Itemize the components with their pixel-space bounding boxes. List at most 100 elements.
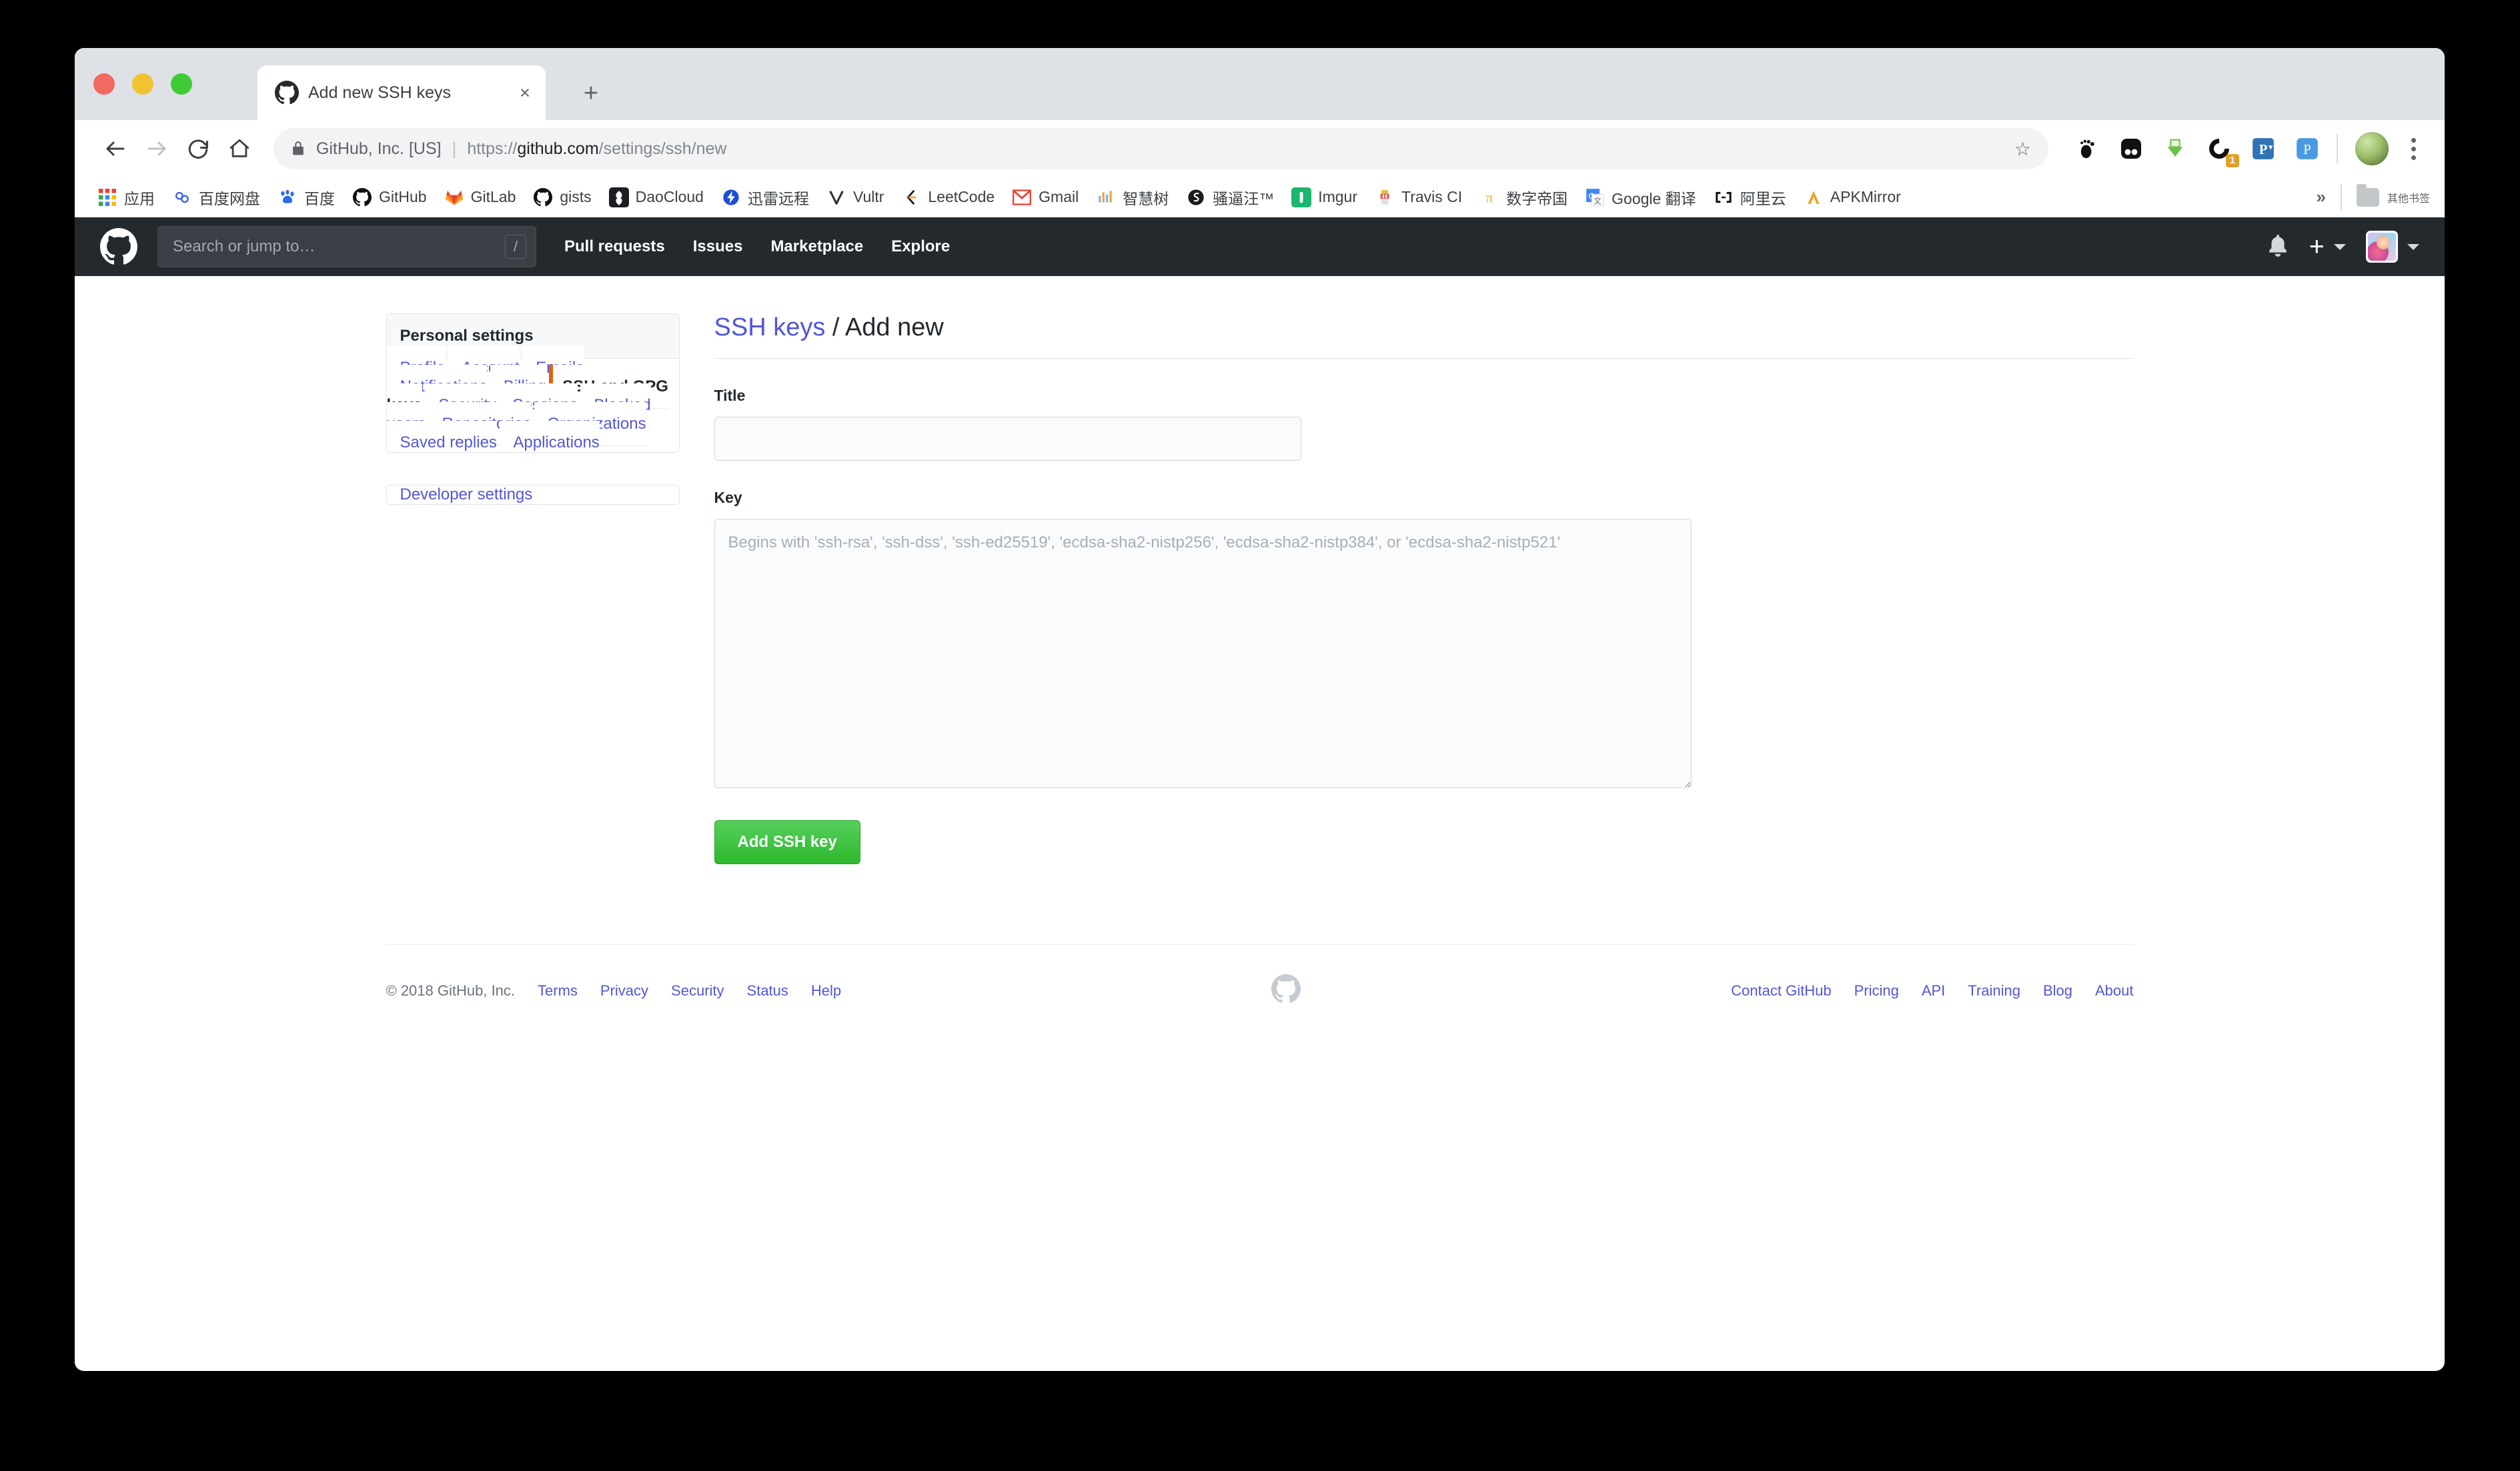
window-traffic-lights	[93, 73, 192, 95]
bookmark-gists[interactable]: gists	[533, 183, 591, 212]
bookmark-gmail[interactable]: Gmail	[1012, 183, 1079, 212]
browser-profile-avatar[interactable]	[2355, 132, 2389, 165]
vultr-icon	[826, 187, 846, 207]
adblock-extension-icon[interactable]	[2114, 131, 2148, 166]
gnome-extension-icon[interactable]	[2070, 131, 2104, 166]
bookmark-imgur[interactable]: Imgur	[1291, 183, 1357, 212]
bookmark-daocloud[interactable]: DaoCloud	[609, 183, 704, 212]
bell-icon[interactable]	[2267, 233, 2289, 261]
sidebar-item-developer-settings[interactable]: Developer settings	[387, 485, 533, 505]
bookmark-baidu[interactable]: 百度	[277, 183, 335, 212]
url-scheme: https://	[467, 139, 517, 158]
bookmark-gitlab[interactable]: GitLab	[444, 183, 516, 212]
footer-link-training[interactable]: Training	[1968, 982, 2020, 1000]
bookmark-saobiwang[interactable]: 骚逼汪™	[1186, 183, 1274, 212]
bookmark-label: GitHub	[379, 188, 427, 206]
bookmark-leetcode[interactable]: LeetCode	[901, 183, 995, 212]
footer-link-privacy[interactable]: Privacy	[600, 982, 648, 1000]
nav-marketplace[interactable]: Marketplace	[770, 237, 863, 256]
chevron-down-icon	[2334, 244, 2346, 250]
footer-link-api[interactable]: API	[1922, 982, 1945, 1000]
bookmark-vultr[interactable]: Vultr	[826, 183, 884, 212]
footer-link-terms[interactable]: Terms	[538, 982, 578, 1000]
chevron-down-icon	[2407, 244, 2419, 250]
settings-layout: Personal settings Profile Account Emails…	[386, 276, 2134, 864]
zhihuishu-icon	[1096, 187, 1116, 207]
settings-main: SSH keys / Add new Title Key Add SSH key	[714, 313, 2134, 864]
bookmark-apps[interactable]: 应用	[97, 183, 155, 212]
maximize-window-button[interactable]	[171, 73, 192, 95]
bookmark-zhihuishu[interactable]: 智慧树	[1096, 183, 1169, 212]
bookmark-baidu-pan[interactable]: 百度网盘	[172, 183, 260, 212]
bookmark-star-icon[interactable]: ☆	[2001, 138, 2031, 160]
browser-tab[interactable]: Add new SSH keys ×	[257, 65, 546, 120]
pocket-down-extension-icon[interactable]: P	[2246, 131, 2281, 166]
daocloud-icon	[609, 187, 629, 207]
add-ssh-key-button[interactable]: Add SSH key	[714, 820, 860, 864]
sidebar-item-applications[interactable]: Applications	[500, 421, 599, 453]
footer-copyright: © 2018 GitHub, Inc.	[386, 982, 516, 1000]
nav-issues[interactable]: Issues	[693, 237, 743, 256]
key-textarea[interactable]	[714, 519, 1692, 788]
close-icon[interactable]: ×	[511, 79, 539, 107]
github-icon	[275, 81, 299, 105]
minimize-window-button[interactable]	[132, 73, 153, 95]
baidu-pan-icon	[172, 187, 192, 207]
footer-link-about[interactable]: About	[2095, 982, 2134, 1000]
bookmarks-overflow-icon[interactable]: »	[2302, 187, 2341, 207]
bookmark-github[interactable]: GitHub	[352, 183, 427, 212]
forward-icon[interactable]	[136, 128, 177, 169]
address-bar[interactable]: GitHub, Inc. [US] | https://github.com/s…	[273, 128, 2048, 169]
bookmark-apkmirror[interactable]: APKMirror	[1804, 183, 1901, 212]
extension-badge-count: 1	[2226, 154, 2239, 167]
footer-link-contact-github[interactable]: Contact GitHub	[1731, 982, 1831, 1000]
settings-sidebar: Personal settings Profile Account Emails…	[386, 313, 680, 864]
back-icon[interactable]	[95, 128, 136, 169]
create-new-menu[interactable]: +	[2309, 233, 2346, 260]
bookmark-travis-ci[interactable]: Travis CI	[1375, 183, 1462, 212]
bookmark-label: LeetCode	[928, 188, 995, 206]
bookmark-label: 应用	[124, 186, 155, 209]
footer-right-links: Contact GitHub Pricing API Training Blog…	[1731, 982, 2133, 1000]
bookmark-label: DaoCloud	[636, 188, 704, 206]
other-bookmarks-folder[interactable]: 其他书签	[2357, 188, 2430, 207]
pushbullet-extension-icon[interactable]: P	[2290, 131, 2325, 166]
close-window-button[interactable]	[93, 73, 115, 95]
footer-link-blog[interactable]: Blog	[2043, 982, 2072, 1000]
title-input[interactable]	[714, 417, 1301, 461]
reload-icon[interactable]	[177, 128, 219, 169]
breadcrumb-ssh-keys-link[interactable]: SSH keys	[714, 313, 826, 341]
nav-pull-requests[interactable]: Pull requests	[564, 237, 665, 256]
search-input[interactable]: Search or jump to… /	[157, 226, 536, 267]
breadcrumb-separator: /	[832, 313, 840, 341]
browser-window: Add new SSH keys × + GitHub, Inc. [US] |…	[75, 48, 2445, 1371]
footer-link-pricing[interactable]: Pricing	[1854, 982, 1899, 1000]
bookmark-thunder-remote[interactable]: 迅雷远程	[721, 183, 809, 212]
footer-link-status[interactable]: Status	[747, 982, 788, 1000]
chrome-menu-icon[interactable]	[2398, 138, 2429, 160]
github-mark-icon[interactable]	[100, 228, 137, 265]
github-icon	[352, 187, 372, 207]
svg-text:文: 文	[1594, 196, 1602, 205]
page-body: Personal settings Profile Account Emails…	[75, 276, 2445, 1370]
nav-explore[interactable]: Explore	[891, 237, 950, 256]
home-icon[interactable]	[219, 128, 260, 169]
download-extension-icon[interactable]	[2158, 131, 2192, 166]
gitlab-icon	[444, 187, 464, 207]
bookmark-label: 骚逼汪™	[1213, 186, 1274, 209]
url-text: https://github.com/settings/ssh/new	[467, 139, 726, 159]
bookmark-aliyun[interactable]: 阿里云	[1714, 183, 1786, 212]
thunder-icon	[721, 187, 741, 207]
user-menu[interactable]	[2366, 231, 2419, 263]
footer-link-security[interactable]: Security	[671, 982, 724, 1000]
bookmark-label: 迅雷远程	[748, 186, 809, 209]
bookmark-google-translate[interactable]: G文 Google 翻译	[1585, 183, 1696, 212]
avatar	[2366, 231, 2398, 263]
pi-icon: π	[1479, 187, 1499, 207]
new-tab-button[interactable]: +	[574, 76, 608, 111]
footer-link-help[interactable]: Help	[811, 982, 841, 1000]
baidu-icon	[277, 187, 297, 207]
sidebar-item-saved-replies[interactable]: Saved replies	[387, 421, 497, 453]
onetab-extension-icon[interactable]: 1	[2202, 131, 2237, 166]
bookmark-digital-empire[interactable]: π 数字帝国	[1479, 183, 1567, 212]
